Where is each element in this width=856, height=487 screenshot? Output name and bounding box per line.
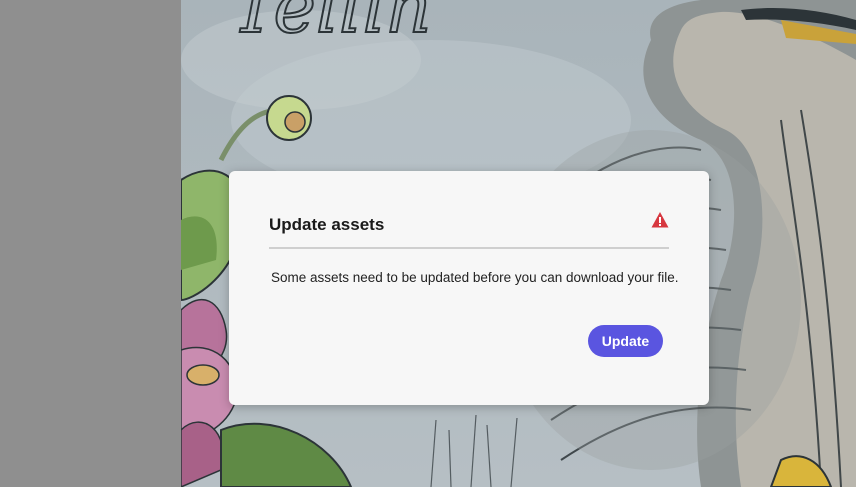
update-assets-dialog: Update assets Some assets need to be upd… bbox=[229, 171, 709, 405]
dialog-title: Update assets bbox=[269, 215, 385, 234]
artwork-lettering: Tellin bbox=[231, 0, 432, 49]
dialog-header: Update assets bbox=[269, 209, 669, 249]
app-stage: Tellin Update assets Some assets need to… bbox=[0, 0, 856, 487]
warning-triangle-icon bbox=[651, 211, 669, 229]
dialog-message: Some assets need to be updated before yo… bbox=[271, 270, 679, 285]
left-side-panel bbox=[0, 0, 181, 487]
update-button[interactable]: Update bbox=[588, 325, 663, 357]
